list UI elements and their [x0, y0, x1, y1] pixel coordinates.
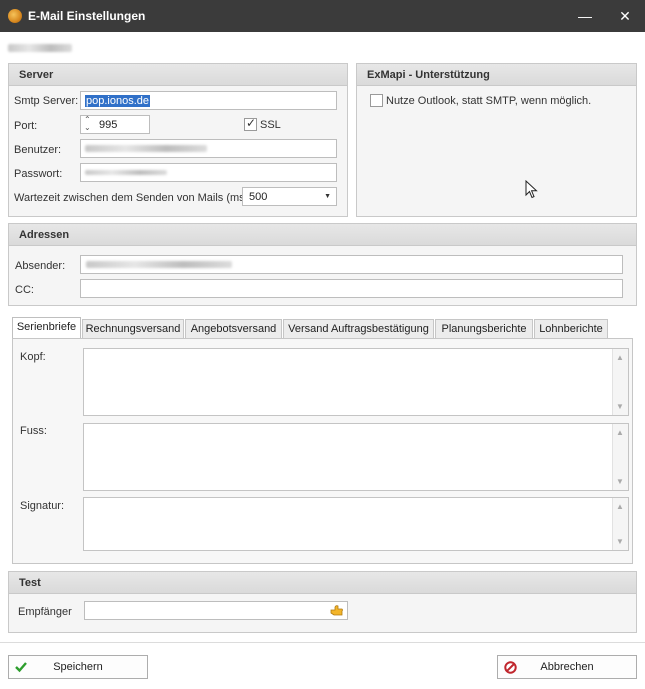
exmapi-group-title: ExMapi - Unterstützung [367, 69, 490, 81]
checkmark-icon: ✓ [246, 116, 257, 130]
title-bar: E-Mail Einstellungen — ✕ [0, 0, 645, 32]
test-group: Test Empfänger [8, 571, 637, 633]
header-label: Kopf: [20, 351, 46, 363]
recipient-label: Empfänger [18, 606, 72, 618]
spin-icon[interactable]: ⌃ ⌄ [84, 116, 91, 132]
smtp-server-value: pop.ionos.de [85, 95, 150, 107]
tab-angebotsversand[interactable]: Angebotsversand [185, 319, 282, 339]
header-scrollbar[interactable]: ▲ ▼ [612, 349, 628, 415]
wait-time-value: 500 [249, 191, 268, 203]
password-input[interactable] [80, 163, 337, 182]
footer-scrollbar[interactable]: ▲ ▼ [612, 424, 628, 490]
port-label: Port: [14, 120, 38, 132]
footer-label: Fuss: [20, 425, 47, 437]
exmapi-group: ExMapi - Unterstützung Nutze Outlook, st… [356, 63, 637, 217]
tab-rechnungsversand[interactable]: Rechnungsversand [82, 319, 184, 339]
window-title: E-Mail Einstellungen [28, 9, 146, 23]
wait-time-label: Wartezeit zwischen dem Senden von Mails … [14, 192, 252, 204]
addresses-group-header: Adressen [9, 224, 636, 246]
close-icon: ✕ [619, 8, 631, 24]
cancel-button-label: Abbrechen [540, 661, 594, 673]
recipient-input[interactable] [84, 601, 348, 620]
sender-value-redacted [86, 261, 232, 268]
app-icon [8, 9, 22, 23]
minimize-icon: — [578, 8, 592, 24]
signature-scrollbar[interactable]: ▲ ▼ [612, 498, 628, 550]
header-textarea[interactable]: ▲ ▼ [83, 348, 629, 416]
password-value-redacted [85, 170, 167, 175]
exmapi-group-header: ExMapi - Unterstützung [357, 64, 636, 86]
addresses-group-title: Adressen [19, 229, 70, 241]
server-group: Server Smtp Server: pop.ionos.de Port: ⌃… [8, 63, 348, 217]
tab-versand-auftragsbestaetigung[interactable]: Versand Auftragsbestätigung [283, 319, 434, 339]
wait-time-select[interactable]: 500 ▼ [242, 187, 337, 206]
tab-panel-serienbriefe: Kopf: ▲ ▼ Fuss: ▲ ▼ Signatur: ▲ ▼ [12, 338, 633, 564]
user-value-redacted [85, 145, 207, 152]
ssl-label: SSL [260, 119, 281, 131]
close-button[interactable]: ✕ [605, 0, 645, 32]
server-group-title: Server [19, 69, 54, 81]
server-group-header: Server [9, 64, 347, 86]
send-hand-icon[interactable] [330, 604, 344, 617]
tab-serienbriefe[interactable]: Serienbriefe [12, 317, 81, 339]
use-outlook-label: Nutze Outlook, statt SMTP, wenn möglich. [386, 95, 592, 107]
password-label: Passwort: [14, 168, 63, 180]
save-button[interactable]: Speichern [8, 655, 148, 679]
cc-label: CC: [15, 284, 34, 296]
save-button-label: Speichern [53, 661, 103, 673]
signature-label: Signatur: [20, 500, 65, 512]
user-label: Benutzer: [14, 144, 62, 156]
dropdown-arrow-icon: ▼ [324, 193, 331, 200]
sender-input[interactable] [80, 255, 623, 274]
ssl-checkbox[interactable]: ✓ [244, 116, 257, 131]
footer-textarea[interactable]: ▲ ▼ [83, 423, 629, 491]
tab-planungsberichte[interactable]: Planungsberichte [435, 319, 533, 339]
user-input[interactable] [80, 139, 337, 158]
cancel-button[interactable]: Abbrechen [497, 655, 637, 679]
sender-label: Absender: [15, 260, 66, 272]
cc-input[interactable] [80, 279, 623, 298]
smtp-server-label: Smtp Server: [14, 95, 79, 107]
port-value: 995 [99, 119, 118, 131]
minimize-button[interactable]: — [565, 0, 605, 32]
port-spin-input[interactable]: ⌃ ⌄ 995 [80, 115, 150, 134]
footer-divider [0, 642, 645, 643]
use-outlook-checkbox[interactable] [370, 94, 383, 107]
signature-textarea[interactable]: ▲ ▼ [83, 497, 629, 551]
profile-name-redacted [8, 44, 72, 52]
test-group-header: Test [9, 572, 636, 594]
test-group-title: Test [19, 577, 41, 589]
smtp-server-input[interactable]: pop.ionos.de [80, 91, 337, 110]
mouse-cursor-icon [525, 180, 538, 199]
addresses-group: Adressen Absender: CC: [8, 223, 637, 306]
tab-lohnberichte[interactable]: Lohnberichte [534, 319, 608, 339]
